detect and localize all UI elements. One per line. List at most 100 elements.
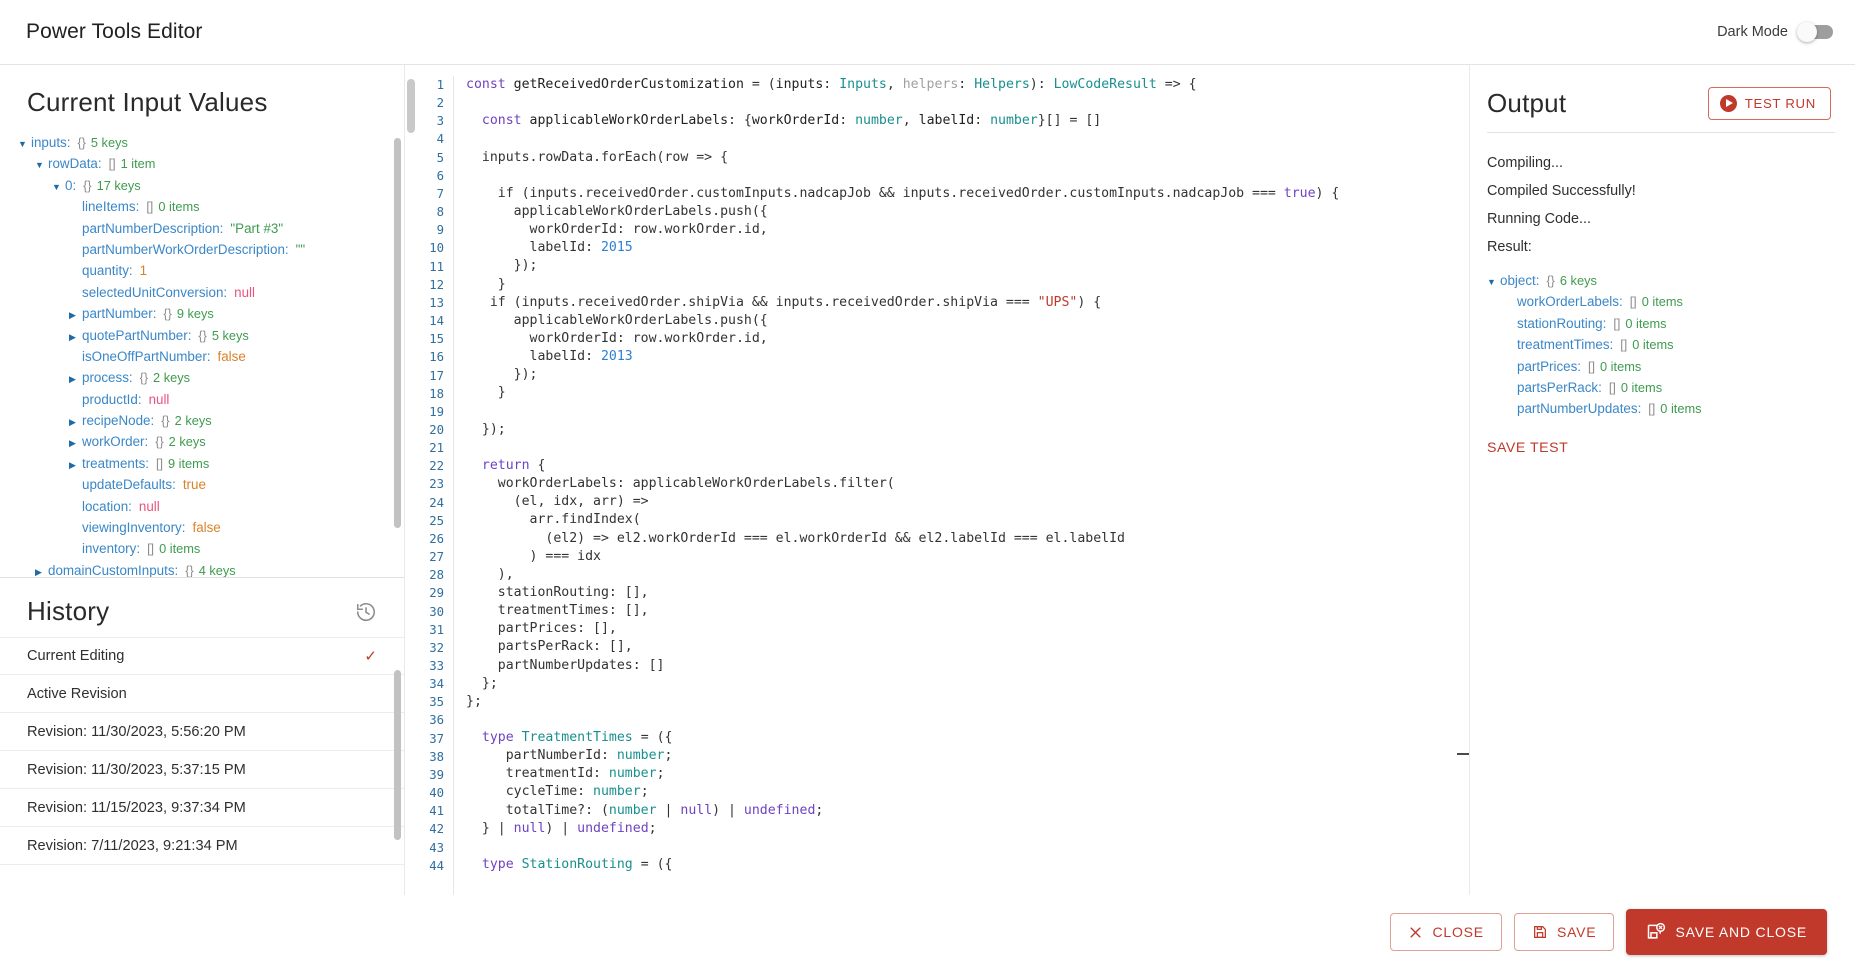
caret-down-icon[interactable]: ▼	[18, 134, 31, 155]
code-line[interactable]: ) === idx	[466, 548, 1469, 566]
line-number: 8	[436, 205, 444, 220]
editor-left-scrollbar[interactable]	[405, 65, 417, 895]
tree-node-type: {}	[1546, 274, 1555, 288]
tree-node[interactable]: ▼ 0: {} 17 keys	[18, 175, 404, 196]
code-line[interactable]: return {	[466, 457, 1469, 475]
code-line[interactable]: ),	[466, 566, 1469, 584]
history-list-item[interactable]: Revision: 11/30/2023, 5:37:15 PM	[0, 751, 404, 789]
editor-right-scrollbar[interactable]	[1457, 65, 1469, 895]
tree-node[interactable]: ▶ process: {} 2 keys	[18, 367, 404, 388]
code-line[interactable]: }	[466, 384, 1469, 402]
code-token: ) {	[1315, 185, 1340, 201]
code-line[interactable]	[466, 439, 1469, 457]
code-line[interactable]: }	[466, 276, 1469, 294]
tree-node[interactable]: ▼ rowData: [] 1 item	[18, 153, 404, 174]
save-button[interactable]: SAVE	[1513, 913, 1615, 951]
tree-node-key: location:	[82, 498, 132, 514]
code-line[interactable]: arr.findIndex(	[466, 511, 1469, 529]
input-tree-scrollbar[interactable]	[394, 138, 401, 528]
code-line[interactable]	[466, 838, 1469, 856]
code-line[interactable]: workOrderId: row.workOrder.id,	[466, 330, 1469, 348]
code-line[interactable]: inputs.rowData.forEach(row => {	[466, 149, 1469, 167]
editor-left-scroll-thumb[interactable]	[407, 79, 415, 133]
tree-node[interactable]: ▶ treatments: [] 9 items	[18, 453, 404, 474]
caret-right-icon[interactable]: ▶	[69, 305, 82, 326]
code-line[interactable]: if (inputs.receivedOrder.customInputs.na…	[466, 185, 1469, 203]
input-values-tree[interactable]: ▼ inputs:{} 5 keys ▼ rowData:[] 1 item ▼ 0:{} 17…	[0, 132, 404, 577]
code-line[interactable]: });	[466, 257, 1469, 275]
code-line[interactable]: treatmentId: number;	[466, 765, 1469, 783]
dark-mode-toggle[interactable]	[1797, 22, 1833, 42]
code-line[interactable]: workOrderId: row.workOrder.id,	[466, 221, 1469, 239]
caret-right-icon[interactable]: ▶	[69, 412, 82, 433]
history-list-item[interactable]: Active Revision	[0, 675, 404, 713]
tree-node[interactable]: ▶ workOrder: {} 2 keys	[18, 431, 404, 452]
code-line[interactable]: partPrices: [],	[466, 620, 1469, 638]
line-number: 5	[436, 150, 444, 165]
code-line[interactable]: });	[466, 421, 1469, 439]
caret-down-icon[interactable]: ▼	[1487, 272, 1500, 293]
history-list[interactable]: Current Editing ✓ Active Revision Revision:…	[0, 637, 404, 895]
caret-right-icon[interactable]: ▶	[35, 562, 48, 577]
code-line[interactable]: treatmentTimes: [],	[466, 602, 1469, 620]
code-line[interactable]: (el2) => el2.workOrderId === el.workOrde…	[466, 530, 1469, 548]
code-line[interactable]: const applicableWorkOrderLabels: {workOr…	[466, 112, 1469, 130]
history-scrollbar[interactable]	[394, 670, 401, 840]
caret-right-icon[interactable]: ▶	[69, 369, 82, 390]
code-line[interactable]: partsPerRack: [],	[466, 638, 1469, 656]
save-and-close-icon	[1646, 922, 1666, 942]
code-line[interactable]: partNumberUpdates: []	[466, 657, 1469, 675]
code-line[interactable]: if (inputs.receivedOrder.shipVia && inpu…	[466, 294, 1469, 312]
code-line[interactable]: applicableWorkOrderLabels.push({	[466, 312, 1469, 330]
code-area[interactable]: 1 2 3 4 5 6 7 8 9 10 11 12 13 14 15 16 17 18 19 20 21 22 23 24 2…	[417, 65, 1469, 895]
code-line[interactable]: applicableWorkOrderLabels.push({	[466, 203, 1469, 221]
code-token: };	[466, 675, 498, 691]
save-test-button[interactable]: SAVE TEST	[1487, 440, 1568, 456]
caret-down-icon[interactable]: ▼	[52, 177, 65, 198]
history-list-item[interactable]: Revision: 11/15/2023, 9:37:34 PM	[0, 789, 404, 827]
code-line[interactable]: labelId: 2015	[466, 239, 1469, 257]
code-line[interactable]	[466, 167, 1469, 185]
caret-down-icon[interactable]: ▼	[35, 155, 48, 176]
result-tree[interactable]: ▼object:{}6 keys▶workOrderLabels:[]0 ite…	[1487, 270, 1835, 420]
tree-node[interactable]: ▶ recipeNode: {} 2 keys	[18, 410, 404, 431]
code-line[interactable]: const getReceivedOrderCustomization = (i…	[466, 76, 1469, 94]
tree-node[interactable]: ▶ domainCustomInputs: {} 4 keys	[18, 560, 404, 577]
caret-right-icon[interactable]: ▶	[69, 433, 82, 454]
save-and-close-button[interactable]: SAVE AND CLOSE	[1626, 909, 1827, 955]
history-list-item[interactable]: Current Editing ✓	[0, 637, 404, 675]
caret-right-icon[interactable]: ▶	[69, 455, 82, 476]
code-line[interactable]	[466, 130, 1469, 148]
code-line[interactable]: };	[466, 675, 1469, 693]
tree-node[interactable]: ▼ inputs: {} 5 keys	[18, 132, 404, 153]
code-line[interactable]	[466, 94, 1469, 112]
code-editor[interactable]: 1 2 3 4 5 6 7 8 9 10 11 12 13 14 15 16 17 18 19 20 21 22 23 24 2…	[405, 65, 1470, 895]
code-line[interactable]: });	[466, 366, 1469, 384]
history-list-item[interactable]: Revision: 11/30/2023, 5:56:20 PM	[0, 713, 404, 751]
code-line[interactable]: workOrderLabels: applicableWorkOrderLabe…	[466, 475, 1469, 493]
tree-node-count: 0 items	[1660, 401, 1702, 417]
code-content[interactable]: const getReceivedOrderCustomization = (i…	[453, 76, 1469, 895]
history-restore-icon[interactable]	[355, 601, 377, 623]
code-line[interactable]: } | null) | undefined;	[466, 820, 1469, 838]
code-line[interactable]: cycleTime: number;	[466, 783, 1469, 801]
code-line[interactable]: labelId: 2013	[466, 348, 1469, 366]
code-token: partNumberId:	[466, 748, 617, 764]
close-button[interactable]: CLOSE	[1390, 913, 1502, 951]
code-line[interactable]	[466, 403, 1469, 421]
code-line[interactable]	[466, 711, 1469, 729]
code-line[interactable]: type StationRouting = ({	[466, 856, 1469, 874]
code-line[interactable]: };	[466, 693, 1469, 711]
history-list-item[interactable]: Revision: 7/11/2023, 9:21:34 PM	[0, 827, 404, 865]
caret-right-icon[interactable]: ▶	[69, 327, 82, 348]
code-line[interactable]: stationRouting: [],	[466, 584, 1469, 602]
code-line[interactable]: type TreatmentTimes = ({	[466, 729, 1469, 747]
code-line[interactable]: totalTime?: (number | null) | undefined;	[466, 802, 1469, 820]
input-tree-scroll[interactable]: ▼ inputs:{} 5 keys ▼ rowData:[] 1 item ▼ 0:{} 17…	[0, 132, 404, 577]
tree-node[interactable]: ▼ object: {} 6 keys	[1487, 270, 1835, 291]
tree-node[interactable]: ▶ partNumber: {} 9 keys	[18, 303, 404, 324]
test-run-button[interactable]: TEST RUN	[1707, 87, 1831, 120]
code-line[interactable]: partNumberId: number;	[466, 747, 1469, 765]
tree-node[interactable]: ▶ quotePartNumber: {} 5 keys	[18, 325, 404, 346]
code-line[interactable]: (el, idx, arr) =>	[466, 493, 1469, 511]
